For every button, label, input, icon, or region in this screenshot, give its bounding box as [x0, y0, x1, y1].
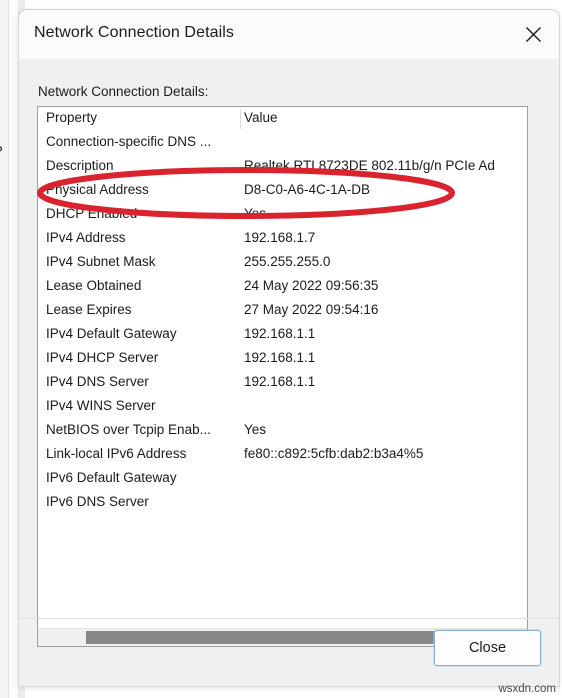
row-property: Physical Address	[46, 182, 149, 197]
table-row[interactable]: Lease Obtained 24 May 2022 09:56:35	[38, 275, 527, 299]
row-property: NetBIOS over Tcpip Enab...	[46, 422, 211, 437]
footer-separator	[19, 618, 559, 619]
table-row[interactable]: IPv6 DNS Server	[38, 491, 527, 515]
background-panel-edge	[0, 0, 9, 698]
table-row[interactable]: Physical Address D8-C0-A6-4C-1A-DB	[38, 179, 527, 203]
row-property: Link-local IPv6 Address	[46, 446, 187, 461]
table-row[interactable]: IPv6 Default Gateway	[38, 467, 527, 491]
row-property: IPv4 Default Gateway	[46, 326, 177, 341]
row-value: 24 May 2022 09:56:35	[244, 278, 379, 293]
table-row[interactable]: IPv4 Address 192.168.1.7	[38, 227, 527, 251]
details-listbox[interactable]: Property Value Connection-specific DNS .…	[37, 106, 528, 647]
row-value: 27 May 2022 09:54:16	[244, 302, 379, 317]
table-row[interactable]: Lease Expires 27 May 2022 09:54:16	[38, 299, 527, 323]
network-connection-details-dialog: Network Connection Details Network Conne…	[18, 9, 560, 687]
row-property: IPv4 Address	[46, 230, 126, 245]
row-property: IPv4 WINS Server	[46, 398, 156, 413]
dialog-body: Network Connection Details: Property Val…	[19, 59, 559, 686]
table-row[interactable]: IPv4 Subnet Mask 255.255.255.0	[38, 251, 527, 275]
row-value: 192.168.1.1	[244, 350, 316, 365]
section-label: Network Connection Details:	[38, 84, 209, 99]
row-property: Description	[46, 158, 114, 173]
table-row[interactable]: IPv4 WINS Server	[38, 395, 527, 419]
table-body: Connection-specific DNS ... Description Re…	[38, 131, 527, 515]
row-value: 192.168.1.1	[244, 374, 316, 389]
row-property: Connection-specific DNS ...	[46, 134, 212, 149]
row-value: Yes	[244, 422, 267, 437]
row-value: fe80::c892:5cfb:dab2:b3a4%5	[244, 446, 424, 461]
row-value: Yes	[244, 206, 267, 221]
window-title: Network Connection Details	[34, 24, 235, 41]
title-bar: Network Connection Details	[19, 10, 559, 59]
details-rows: Property Value Connection-specific DNS .…	[38, 107, 527, 629]
row-value: D8-C0-A6-4C-1A-DB	[244, 182, 371, 197]
row-property: IPv4 DNS Server	[46, 374, 149, 389]
row-property: IPv6 Default Gateway	[46, 470, 177, 485]
background-text-fragment: P	[0, 144, 3, 158]
table-row[interactable]: DHCP Enabled Yes	[38, 203, 527, 227]
table-row[interactable]: IPv4 DNS Server 192.168.1.1	[38, 371, 527, 395]
row-property: Lease Expires	[46, 302, 132, 317]
table-row[interactable]: Link-local IPv6 Address fe80::c892:5cfb:d…	[38, 443, 527, 467]
row-property: Lease Obtained	[46, 278, 142, 293]
column-header-value: Value	[244, 110, 278, 125]
row-value: 192.168.1.1	[244, 326, 316, 341]
row-property: IPv4 DHCP Server	[46, 350, 159, 365]
close-button[interactable]: Close	[434, 630, 541, 666]
row-property: IPv6 DNS Server	[46, 494, 149, 509]
column-header-property: Property	[46, 110, 98, 125]
row-value: 255.255.255.0	[244, 254, 331, 269]
row-property: DHCP Enabled	[46, 206, 138, 221]
row-value: Realtek RTL8723DE 802.11b/g/n PCIe Ad	[244, 158, 495, 173]
background-panel-body	[9, 0, 18, 698]
close-x-icon[interactable]	[511, 15, 555, 53]
row-property: IPv4 Subnet Mask	[46, 254, 156, 269]
table-header-row: Property Value	[38, 107, 527, 131]
watermark: wsxdn.com	[498, 683, 556, 695]
table-row[interactable]: IPv4 DHCP Server 192.168.1.1	[38, 347, 527, 371]
table-row[interactable]: Description Realtek RTL8723DE 802.11b/g/n…	[38, 155, 527, 179]
table-row[interactable]: Connection-specific DNS ...	[38, 131, 527, 155]
row-value: 192.168.1.7	[244, 230, 316, 245]
table-row[interactable]: IPv4 Default Gateway 192.168.1.1	[38, 323, 527, 347]
table-row[interactable]: NetBIOS over Tcpip Enab... Yes	[38, 419, 527, 443]
